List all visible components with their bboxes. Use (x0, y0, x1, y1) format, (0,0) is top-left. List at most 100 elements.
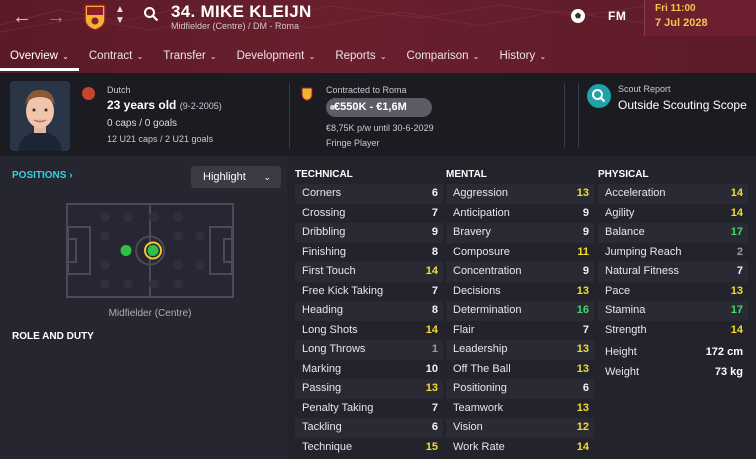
attribute-value: 15 (425, 440, 438, 453)
roma-crest-icon[interactable] (83, 3, 107, 31)
attribute-row[interactable]: Flair 7 (446, 321, 594, 341)
attribute-value: 9 (431, 226, 438, 238)
attribute-row[interactable]: Long Throws 1 (295, 340, 443, 360)
attribute-value: 11 (577, 245, 589, 258)
attribute-row[interactable]: Decisions 13 (446, 282, 594, 302)
attribute-name: Bravery (453, 226, 491, 238)
attribute-name: Acceleration (605, 187, 666, 199)
date-panel[interactable]: Fri 11:00 7 Jul 2028 (644, 0, 756, 36)
attribute-value: 13 (730, 284, 743, 297)
highlight-dropdown[interactable]: Highlight ⌄ (191, 166, 281, 188)
attribute-name: Natural Fitness (605, 265, 679, 277)
player-position-club[interactable]: Midfielder (Centre) / DM - Roma (171, 21, 299, 31)
football-icon[interactable] (570, 8, 586, 24)
attribute-value: 1 (431, 343, 438, 355)
attribute-name: Balance (605, 226, 645, 238)
forward-arrow-icon[interactable]: → (46, 6, 66, 29)
chevron-down-icon: ⌄ (470, 52, 480, 61)
attribute-row[interactable]: Finishing 8 (295, 243, 443, 263)
chevron-down-icon: ⌄ (263, 172, 271, 182)
attribute-row[interactable]: Technique 15 (295, 438, 443, 458)
attribute-row[interactable]: Tackling 6 (295, 418, 443, 438)
pitch-markings (67, 205, 233, 296)
attribute-value: 8 (431, 304, 438, 316)
positions-panel: POSITIONS › Highlight ⌄ Midfielder (Cent… (0, 156, 287, 459)
attribute-row[interactable]: Heading 8 (295, 301, 443, 321)
tab-history[interactable]: History ⌄ (489, 44, 556, 71)
attribute-row[interactable]: Jumping Reach 2 (598, 243, 748, 263)
attribute-value: 7 (431, 206, 438, 219)
attribute-row[interactable]: Free Kick Taking 7 (295, 282, 443, 302)
physical-heading: PHYSICAL (598, 169, 649, 180)
chevron-down-icon: ⌄ (59, 52, 69, 61)
divider (289, 83, 290, 148)
scout-report-button[interactable] (587, 84, 611, 108)
attribute-row[interactable]: Balance 17 (598, 223, 748, 243)
attribute-row[interactable]: Corners 6 (295, 184, 443, 204)
attribute-row[interactable]: Long Shots 14 (295, 321, 443, 341)
value-dot-icon (330, 105, 335, 110)
tab-contract[interactable]: Contract ⌄ (79, 44, 153, 71)
transfer-value-badge[interactable]: €550K - €1,6M (326, 98, 432, 117)
back-arrow-icon[interactable]: ← (12, 6, 32, 29)
player-switch-arrows[interactable]: ▲ ▼ (115, 4, 125, 26)
attribute-row[interactable]: Pace 13 (598, 282, 748, 302)
attribute-row[interactable]: Bravery 9 (446, 223, 594, 243)
tab-overview[interactable]: Overview ⌄ (0, 44, 79, 71)
attribute-row[interactable]: Teamwork 13 (446, 399, 594, 419)
attribute-row[interactable]: Positioning 6 (446, 379, 594, 399)
dm-position-dot[interactable] (120, 245, 132, 256)
mc-position-dot[interactable] (147, 245, 159, 256)
attribute-value: 7 (736, 265, 743, 277)
technical-attribute-list: Corners 6 Crossing 7 Dribbling 9 Finishing 8 Fir… (295, 184, 443, 457)
nationality-flag-icon[interactable] (82, 87, 95, 100)
attribute-value: 13 (576, 343, 589, 355)
attribute-row[interactable]: Acceleration 14 (598, 184, 748, 204)
attribute-name: Heading (302, 304, 343, 316)
chevron-down-icon: ⌄ (537, 52, 547, 61)
search-icon[interactable] (143, 6, 159, 22)
attribute-row[interactable]: Strength 14 (598, 321, 748, 341)
attribute-row[interactable]: Stamina 17 (598, 301, 748, 321)
attribute-row[interactable]: Crossing 7 (295, 204, 443, 224)
attribute-row[interactable]: First Touch 14 (295, 262, 443, 282)
attribute-row[interactable]: Marking 10 (295, 360, 443, 380)
attribute-row[interactable]: Determination 16 (446, 301, 594, 321)
attribute-row[interactable]: Concentration 9 (446, 262, 594, 282)
height-weight-list: Height 172 cm Weight 73 kg (598, 343, 748, 382)
attribute-value: 13 (425, 382, 438, 394)
tab-bar: Overview ⌄ Contract ⌄ Transfer ⌄ Develop… (0, 44, 556, 73)
player-info-strip: Dutch 23 years old (9-2-2005) 0 caps / 0… (0, 73, 756, 156)
mental-attribute-list: Aggression 13 Anticipation 9 Bravery 9 Composu… (446, 184, 594, 457)
attribute-row[interactable]: Penalty Taking 7 (295, 399, 443, 419)
positions-link[interactable]: POSITIONS › (12, 170, 73, 181)
attribute-row[interactable]: Anticipation 9 (446, 204, 594, 224)
attribute-name: Composure (453, 245, 510, 258)
attribute-row[interactable]: Off The Ball 13 (446, 360, 594, 380)
date-time: Fri 11:00 (655, 3, 696, 14)
attribute-row[interactable]: Natural Fitness 7 (598, 262, 748, 282)
tab-comparison[interactable]: Comparison ⌄ (397, 44, 490, 71)
attribute-value: 17 (730, 226, 743, 238)
tab-reports[interactable]: Reports ⌄ (325, 44, 396, 71)
fm-logo[interactable]: FM (608, 9, 626, 23)
tab-transfer[interactable]: Transfer ⌄ (153, 44, 226, 71)
attribute-value: 7 (582, 323, 589, 336)
attribute-name: Long Throws (302, 343, 366, 355)
height-value: 172 cm (705, 346, 743, 358)
attribute-row[interactable]: Passing 13 (295, 379, 443, 399)
attribute-name: Off The Ball (453, 362, 511, 375)
attribute-row[interactable]: Work Rate 14 (446, 438, 594, 458)
u21-caps: 12 U21 caps / 2 U21 goals (107, 134, 214, 144)
tab-development[interactable]: Development ⌄ (227, 44, 326, 71)
attribute-row[interactable]: Dribbling 9 (295, 223, 443, 243)
attribute-row[interactable]: Aggression 13 (446, 184, 594, 204)
attribute-row[interactable]: Vision 12 (446, 418, 594, 438)
chevron-down-icon: ⌄ (306, 52, 316, 61)
chevron-down-icon: ⌄ (207, 52, 217, 61)
attribute-row[interactable]: Composure 11 (446, 243, 594, 263)
attribute-row[interactable]: Agility 14 (598, 204, 748, 224)
attribute-row[interactable]: Leadership 13 (446, 340, 594, 360)
attribute-value: 12 (576, 421, 589, 433)
age-text: 23 years old (107, 98, 177, 112)
